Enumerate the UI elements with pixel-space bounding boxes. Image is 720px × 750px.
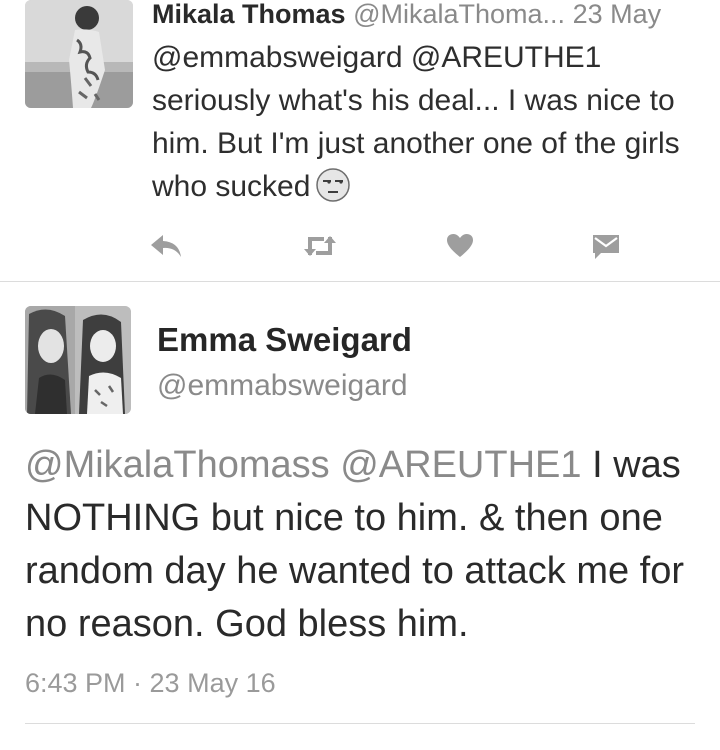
like-heart-icon[interactable] [440, 226, 480, 266]
author-name[interactable]: Mikala Thomas [152, 0, 346, 29]
tweet-date[interactable]: 23 May [573, 0, 662, 29]
reply-icon[interactable] [146, 226, 186, 266]
tweet-1[interactable]: Mikala Thomas @MikalaThoma... 23 May @em… [0, 0, 720, 282]
tweet-1-text: @emmabsweigard @AREUTHE1 seriously what'… [152, 36, 702, 208]
author-name[interactable]: Emma Sweigard [157, 318, 412, 362]
retweet-icon[interactable] [300, 226, 340, 266]
divider [0, 281, 720, 282]
tweet-1-actions [0, 226, 720, 266]
tweet-1-header: Mikala Thomas @MikalaThoma... 23 May [152, 0, 661, 36]
unamused-face-emoji [316, 168, 351, 202]
mention-link[interactable]: @MikalaThomass [25, 444, 330, 486]
tweet-2-text: @MikalaThomass @AREUTHE1 I was NOTHING b… [25, 439, 715, 651]
author-handle[interactable]: @emmabsweigard [157, 366, 408, 406]
author-handle[interactable]: @MikalaThoma... [353, 0, 565, 29]
avatar-mikala-thomas[interactable] [25, 0, 133, 108]
avatar-emma-sweigard[interactable] [25, 306, 131, 414]
tweet-1-body: @emmabsweigard @AREUTHE1 seriously what'… [152, 41, 680, 203]
mention-link[interactable]: @AREUTHE1 [340, 444, 581, 486]
divider [25, 723, 695, 724]
direct-message-icon[interactable] [586, 226, 626, 266]
tweet-timestamp[interactable]: 6:43 PM · 23 May 16 [25, 663, 276, 703]
